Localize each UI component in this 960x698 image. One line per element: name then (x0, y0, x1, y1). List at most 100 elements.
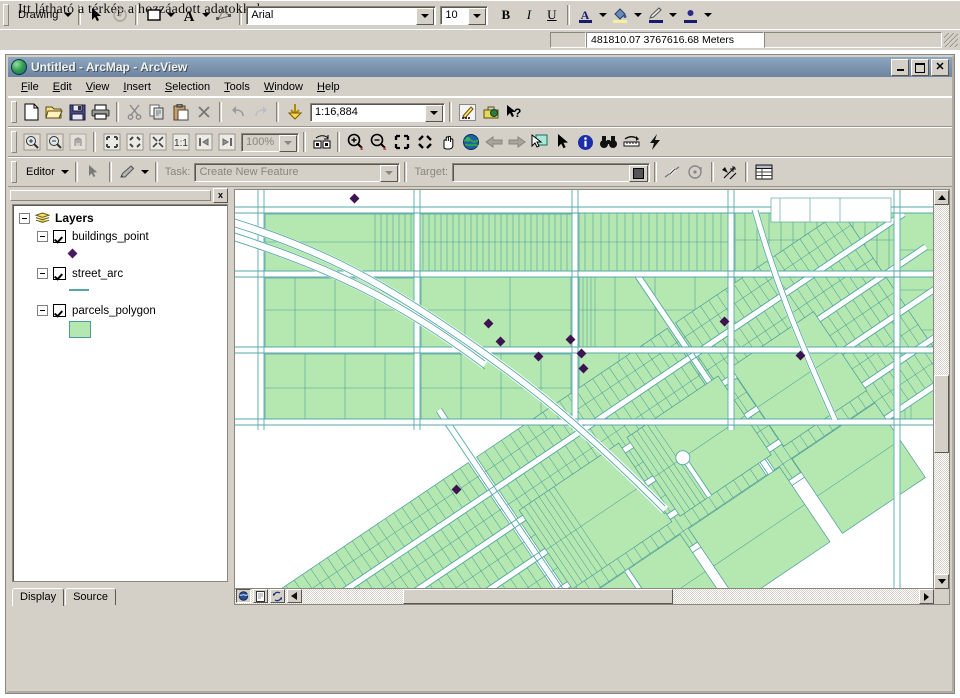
print-icon[interactable] (89, 101, 112, 123)
fixed-zoom-in-map-icon[interactable] (390, 131, 413, 153)
pan-page-icon[interactable] (66, 131, 89, 153)
toc-root-layers[interactable]: Layers (19, 211, 227, 225)
new-text-icon[interactable]: A (177, 4, 200, 26)
italic-button[interactable]: I (517, 4, 540, 26)
map-scale-combo[interactable]: 1:16,884 (310, 102, 445, 122)
full-extent-globe-icon[interactable] (459, 131, 482, 153)
add-data-icon[interactable] (283, 101, 306, 123)
font-size-combo[interactable]: 10 (440, 5, 489, 25)
map-view[interactable] (234, 189, 950, 605)
chevron-down-icon[interactable] (425, 104, 443, 122)
line-color-icon[interactable] (644, 4, 667, 26)
refresh-view-icon[interactable] (270, 589, 285, 603)
rotate-element-icon[interactable] (108, 4, 131, 26)
scroll-up-button[interactable] (934, 190, 949, 205)
editor-toolbar-icon[interactable] (456, 101, 479, 123)
zoom-out-icon[interactable] (367, 131, 390, 153)
context-help-icon[interactable]: ? (502, 101, 525, 123)
pan-hand-icon[interactable] (436, 131, 459, 153)
minimize-button[interactable] (891, 59, 909, 76)
toc-title-bar[interactable]: x (10, 188, 228, 203)
toolbar-grip[interactable] (11, 131, 17, 153)
chevron-down-icon[interactable] (468, 7, 487, 25)
delete-x-icon[interactable] (192, 101, 215, 123)
menu-view[interactable]: View (79, 79, 117, 95)
zoom-in-icon[interactable] (344, 131, 367, 153)
task-combo[interactable]: Create New Feature (194, 162, 401, 182)
find-binoculars-icon[interactable] (597, 131, 620, 153)
open-folder-icon[interactable] (43, 101, 66, 123)
scroll-down-button[interactable] (934, 574, 949, 589)
scroll-right-button[interactable] (919, 589, 934, 604)
select-elements-icon[interactable] (85, 4, 108, 26)
save-icon[interactable] (66, 101, 89, 123)
toggle-draft-mode-icon[interactable] (310, 131, 333, 153)
fill-color-icon[interactable] (609, 4, 632, 26)
maximize-button[interactable] (911, 59, 929, 76)
line-symbol-swatch[interactable] (69, 289, 89, 291)
fixed-zoom-out-map-icon[interactable] (413, 131, 436, 153)
resize-grip-icon[interactable] (944, 33, 958, 47)
select-elements-arrow-icon[interactable] (551, 131, 574, 153)
zoom-100-icon[interactable]: 1:1 (169, 131, 192, 153)
layer-visibility-checkbox[interactable] (53, 304, 66, 317)
tab-source[interactable]: Source (65, 588, 116, 605)
map-vertical-scrollbar[interactable] (933, 190, 949, 589)
chevron-down-icon[interactable] (59, 161, 71, 183)
forward-extent-arrow-icon[interactable] (505, 131, 528, 153)
layer-visibility-checkbox[interactable] (53, 267, 66, 280)
identify-info-icon[interactable] (574, 131, 597, 153)
layout-view-icon[interactable] (253, 589, 268, 603)
menu-selection[interactable]: Selection (158, 79, 217, 95)
editor-menu-button[interactable]: Editor (20, 163, 59, 181)
tab-display[interactable]: Display (12, 588, 65, 606)
back-extent-arrow-icon[interactable] (482, 131, 505, 153)
toc-close-button[interactable]: x (213, 188, 228, 203)
map-canvas[interactable] (235, 190, 934, 589)
go-back-extent-icon[interactable] (192, 131, 215, 153)
marker-color-icon[interactable] (679, 4, 702, 26)
horizontal-scroll-thumb[interactable] (403, 589, 673, 604)
chevron-down-icon[interactable] (380, 164, 399, 182)
polygon-symbol-swatch[interactable] (69, 320, 91, 338)
toolbar-grip[interactable] (11, 101, 17, 123)
chevron-down-icon[interactable] (597, 4, 609, 26)
new-document-icon[interactable] (20, 101, 43, 123)
map-horizontal-scrollbar[interactable] (235, 588, 934, 604)
toc-layer-parcels-polygon[interactable]: parcels_polygon (37, 304, 227, 317)
vertical-scroll-thumb[interactable] (934, 375, 949, 453)
page-zoom-combo[interactable]: 100% (241, 132, 299, 152)
sketch-pencil-icon[interactable] (116, 161, 139, 183)
hyperlink-lightning-icon[interactable] (643, 131, 666, 153)
redo-arrow-icon[interactable] (249, 101, 272, 123)
chevron-down-icon[interactable] (667, 4, 679, 26)
zoom-whole-page-icon[interactable] (146, 131, 169, 153)
chevron-down-icon[interactable] (279, 134, 297, 152)
copy-icon[interactable] (146, 101, 169, 123)
point-symbol-swatch[interactable] (67, 248, 78, 258)
menu-help[interactable]: Help (310, 79, 347, 95)
chevron-down-icon[interactable] (416, 7, 435, 25)
chevron-down-icon[interactable] (139, 161, 151, 183)
menu-edit[interactable]: Edit (46, 79, 79, 95)
edit-vertices-icon[interactable] (212, 4, 235, 26)
rotate-tool-icon[interactable] (684, 161, 707, 183)
split-tool-icon[interactable] (661, 161, 684, 183)
toc-layer-buildings-point[interactable]: buildings_point (37, 230, 227, 243)
paste-icon[interactable] (169, 101, 192, 123)
toolbar-grip[interactable] (11, 161, 17, 183)
data-view-icon[interactable] (236, 589, 251, 603)
menu-tools[interactable]: Tools (217, 79, 257, 95)
menu-insert[interactable]: Insert (116, 79, 158, 95)
edit-arrow-icon[interactable] (82, 161, 105, 183)
layers-tree[interactable]: Layers buildings_point street_arc parcel… (12, 204, 228, 582)
pause-drawing-icon[interactable] (287, 589, 302, 603)
menu-file[interactable]: File (14, 79, 46, 95)
zoom-out-page-icon[interactable] (43, 131, 66, 153)
bold-button[interactable]: B (494, 4, 517, 26)
collapse-icon[interactable] (19, 212, 30, 224)
toc-layer-street-arc[interactable]: street_arc (37, 267, 227, 280)
collapse-icon[interactable] (37, 268, 48, 279)
undo-arrow-icon[interactable] (226, 101, 249, 123)
toolbar-grip[interactable] (3, 4, 9, 26)
